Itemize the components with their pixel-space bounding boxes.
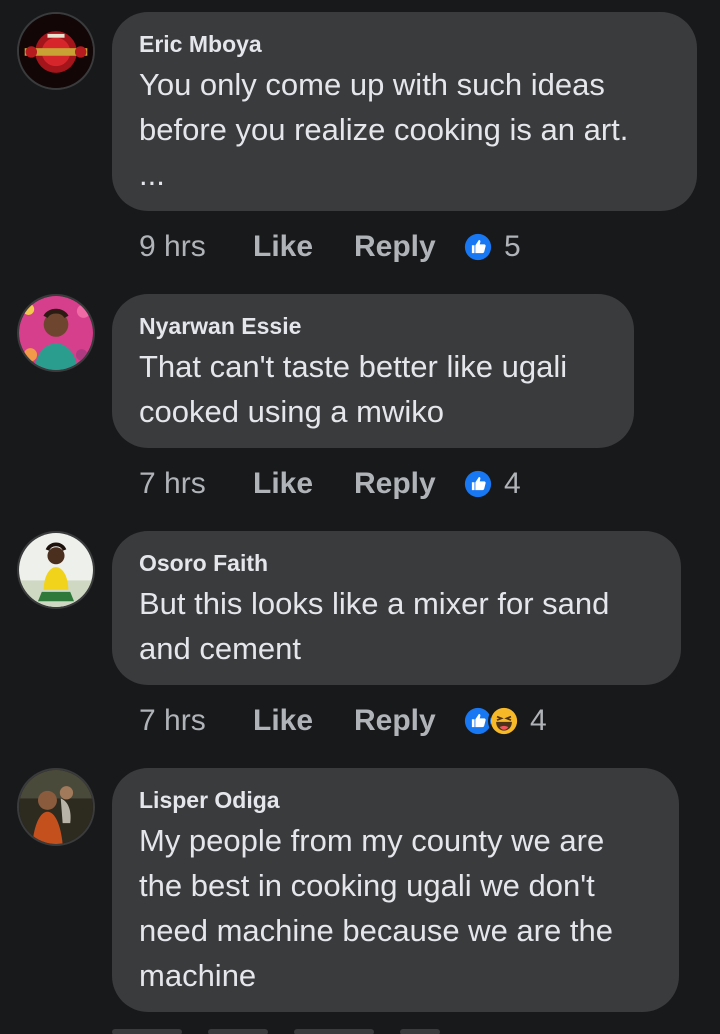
comment-bubble: Osoro Faith But this looks like a mixer … bbox=[112, 531, 681, 685]
like-icon bbox=[462, 231, 494, 263]
comment-text: My people from my county we are the best… bbox=[139, 823, 613, 993]
comment-timestamp[interactable]: 7 hrs bbox=[139, 467, 253, 501]
comment-timestamp[interactable]: 9 hrs bbox=[139, 230, 253, 264]
comment-timestamp[interactable]: 7 hrs bbox=[139, 704, 253, 738]
reaction-count[interactable]: 4 bbox=[530, 704, 547, 738]
comment-bubble: Lisper Odiga My people from my county we… bbox=[112, 768, 679, 1012]
comment-actions: 7 hrs Like Reply 4 bbox=[139, 701, 547, 741]
comment-actions: 9 hrs Like Reply 5 bbox=[139, 227, 521, 267]
like-button[interactable]: Like bbox=[253, 230, 354, 264]
avatar[interactable] bbox=[17, 12, 95, 90]
comment-author[interactable]: Eric Mboya bbox=[139, 30, 671, 58]
reaction-summary[interactable] bbox=[462, 468, 494, 500]
reaction-count[interactable]: 4 bbox=[504, 467, 521, 501]
comment-actions: 7 hrs Like Reply 4 bbox=[139, 464, 521, 504]
cutoff-actions bbox=[112, 1022, 672, 1034]
reaction-summary[interactable] bbox=[462, 705, 520, 737]
comment-text: That can't taste better like ugali cooke… bbox=[139, 349, 568, 429]
comment-text: You only come up with such ideas before … bbox=[139, 67, 629, 147]
haha-icon bbox=[488, 705, 520, 737]
comment-author[interactable]: Nyarwan Essie bbox=[139, 312, 608, 340]
comment-author[interactable]: Lisper Odiga bbox=[139, 786, 653, 814]
comment-author[interactable]: Osoro Faith bbox=[139, 549, 655, 577]
reply-button[interactable]: Reply bbox=[354, 467, 462, 501]
comment-text: But this looks like a mixer for sand and… bbox=[139, 586, 610, 666]
reaction-count[interactable]: 5 bbox=[504, 230, 521, 264]
comment-bubble: Nyarwan Essie That can't taste better li… bbox=[112, 294, 634, 448]
avatar[interactable] bbox=[17, 531, 95, 609]
avatar[interactable] bbox=[17, 294, 95, 372]
reply-button[interactable]: Reply bbox=[354, 704, 462, 738]
reply-button[interactable]: Reply bbox=[354, 230, 462, 264]
comment-bubble: Eric Mboya You only come up with such id… bbox=[112, 12, 697, 211]
see-more-link[interactable]: ... bbox=[139, 152, 671, 197]
like-button[interactable]: Like bbox=[253, 704, 354, 738]
avatar[interactable] bbox=[17, 768, 95, 846]
reaction-summary[interactable] bbox=[462, 231, 494, 263]
like-button[interactable]: Like bbox=[253, 467, 354, 501]
like-icon bbox=[462, 468, 494, 500]
